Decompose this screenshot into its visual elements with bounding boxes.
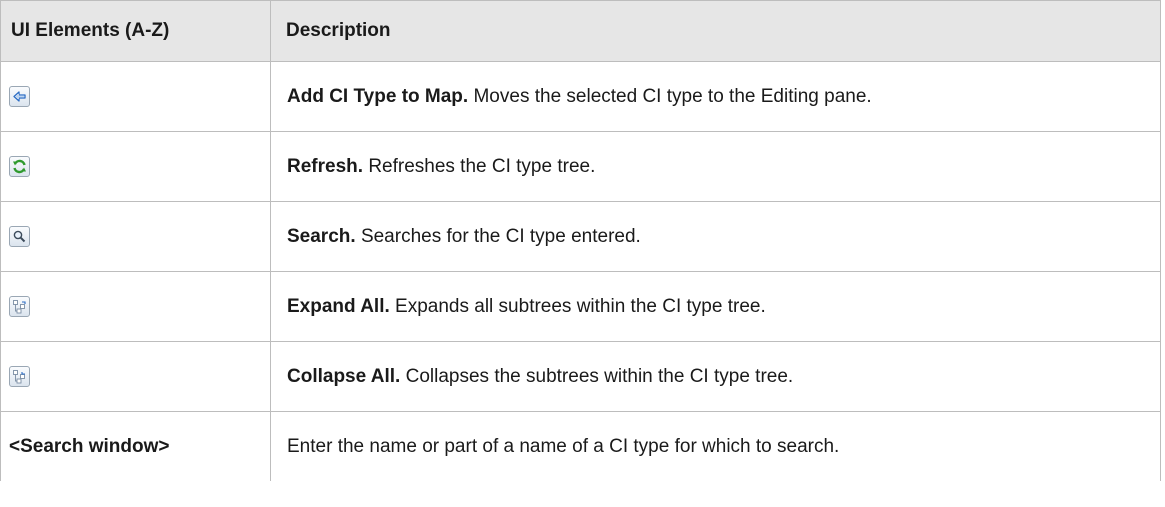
add-ci-type-arrow-icon (9, 85, 30, 107)
description-cell: Enter the name or part of a name of a CI… (270, 411, 1161, 481)
table-row: Collapse All. Collapses the subtrees wit… (0, 341, 1161, 412)
search-magnifier-icon (9, 225, 30, 247)
table-row: Expand All. Expands all subtrees within … (0, 271, 1161, 342)
item-text: Refreshes the CI type tree. (368, 155, 596, 177)
description-cell: Refresh. Refreshes the CI type tree. (270, 131, 1161, 202)
item-title: Collapse All. (287, 365, 401, 387)
element-cell (0, 271, 271, 342)
description-cell: Expand All. Expands all subtrees within … (270, 271, 1161, 342)
item-text: Searches for the CI type entered. (360, 225, 641, 247)
element-cell (0, 61, 271, 132)
collapse-all-icon (9, 365, 30, 387)
item-title: Refresh. (287, 155, 364, 177)
table-row: Search. Searches for the CI type entered… (0, 201, 1161, 272)
table-row: <Search window> Enter the name or part o… (0, 411, 1161, 481)
refresh-icon (9, 155, 30, 177)
description-cell: Search. Searches for the CI type entered… (270, 201, 1161, 272)
item-title: Expand All. (287, 295, 390, 317)
header-ui-elements: UI Elements (A-Z) (0, 0, 271, 62)
item-text: Moves the selected CI type to the Editin… (473, 85, 872, 107)
element-cell (0, 131, 271, 202)
table-row: Add CI Type to Map. Moves the selected C… (0, 61, 1161, 132)
item-title: Add CI Type to Map. (287, 85, 469, 107)
table-row: Refresh. Refreshes the CI type tree. (0, 131, 1161, 202)
description-cell: Collapse All. Collapses the subtrees wit… (270, 341, 1161, 412)
item-text: Enter the name or part of a name of a CI… (287, 435, 840, 457)
header-description: Description (270, 0, 1161, 62)
element-cell (0, 341, 271, 412)
ui-elements-table: UI Elements (A-Z) Description Add CI Typ… (0, 0, 1161, 481)
expand-all-icon (9, 295, 30, 317)
element-cell (0, 201, 271, 272)
element-cell-search-window: <Search window> (0, 411, 271, 481)
item-title: Search. (287, 225, 356, 247)
table-header-row: UI Elements (A-Z) Description (0, 0, 1161, 62)
item-text: Expands all subtrees within the CI type … (395, 295, 766, 317)
description-cell: Add CI Type to Map. Moves the selected C… (270, 61, 1161, 132)
item-text: Collapses the subtrees within the CI typ… (405, 365, 794, 387)
